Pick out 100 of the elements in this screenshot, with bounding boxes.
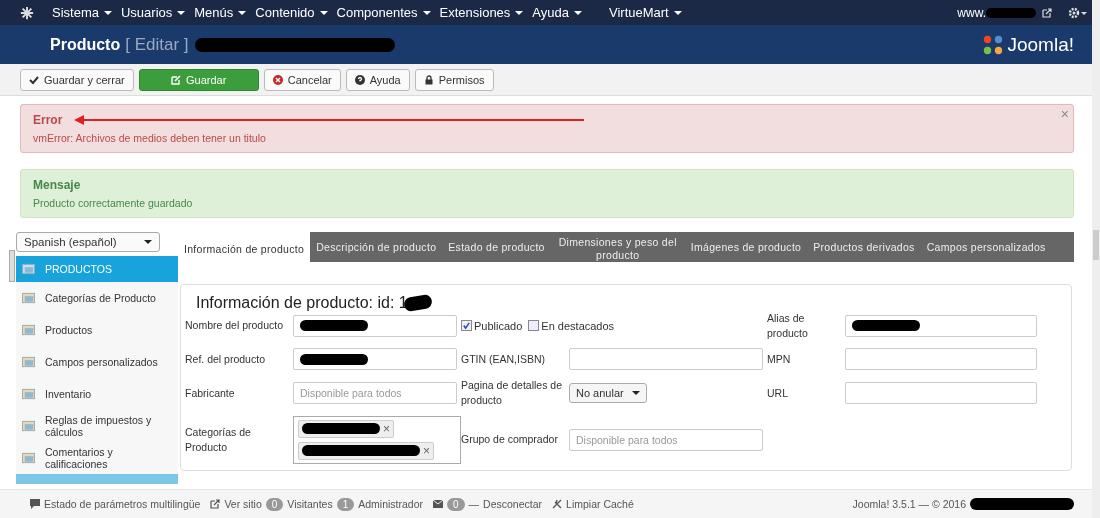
menu-item[interactable]: Ayuda [532, 5, 589, 20]
checkbox[interactable] [461, 320, 472, 332]
field-label: URL [767, 385, 789, 401]
count-badge: 0 [447, 497, 465, 511]
caret-icon [574, 10, 582, 15]
sidebar-item[interactable]: Inventario [16, 378, 178, 410]
site-link[interactable]: www. [957, 5, 986, 20]
menu-item[interactable]: Contenido [255, 5, 335, 20]
remove-button[interactable]: × [380, 421, 390, 436]
footer-item[interactable]: Ver sitio [224, 498, 262, 510]
toolbar-button[interactable]: Cancelar [263, 68, 341, 91]
checkbox-option[interactable]: Publicado [461, 319, 523, 332]
dropdown[interactable]: No anular [569, 383, 647, 404]
redaction-mark [402, 293, 433, 313]
checkbox[interactable] [528, 320, 540, 332]
field-label: Alias de producto [767, 311, 809, 341]
folder-icon [22, 356, 35, 368]
tag-field[interactable]: × × [293, 415, 461, 464]
tab[interactable]: Campos personalizados [920, 232, 1052, 258]
footer-item[interactable]: Limpiar Caché [566, 498, 634, 510]
input-field[interactable] [845, 382, 1037, 405]
page-subtitle: [ Editar ] [125, 34, 189, 55]
page-title: Producto [50, 35, 121, 54]
count-badge: 1 [336, 497, 355, 511]
check-icon [29, 74, 39, 85]
input-field[interactable] [845, 314, 1037, 337]
footer-item: Estado de parámetros multilingüe [44, 498, 201, 510]
menu-item[interactable]: Extensiones [439, 5, 531, 20]
logo-icon [982, 33, 1005, 56]
collapse-handle[interactable] [9, 250, 15, 282]
caret-icon [144, 240, 152, 244]
form-title: Información de producto: id: 1 [196, 294, 408, 312]
folder-icon [22, 452, 35, 464]
caret-icon [103, 10, 112, 15]
menu-item[interactable]: Usuarios [120, 5, 193, 20]
caret-icon [238, 10, 247, 15]
toolbar-button[interactable]: Ayuda [345, 68, 410, 91]
alert-heading: Error [33, 113, 63, 127]
sidebar-item[interactable]: Productos [16, 314, 178, 346]
tab[interactable]: Descripción de producto [310, 232, 443, 258]
language-select[interactable]: Spanish (español) [16, 232, 160, 252]
sidebar-item[interactable]: Comentarios y calificaciones [16, 442, 178, 474]
help-icon [354, 74, 365, 85]
redaction-mark [986, 7, 1036, 18]
caret-icon [422, 10, 431, 15]
checkbox-option[interactable]: En destacados [528, 319, 615, 332]
sidebar-item[interactable]: Reglas de impuestos y cálculos [16, 410, 178, 442]
version-text: Joomla! 3.5.1 — © 2016 [852, 498, 966, 510]
folder-icon [22, 420, 35, 432]
caret-icon [177, 10, 186, 15]
alert-message: Producto correctamente guardado [33, 197, 194, 209]
menu-item[interactable]: Componentes [336, 5, 438, 20]
input-field[interactable] [293, 348, 457, 371]
caret-icon [631, 391, 640, 396]
toolbar-button[interactable]: Permisos [414, 68, 494, 91]
menu-item[interactable]: Menús [194, 5, 254, 20]
field-label: Pagina de detalles de producto [461, 378, 563, 408]
caret-icon [673, 10, 682, 15]
field-label: Grupo de comprador [461, 432, 559, 448]
external-link-icon [210, 499, 221, 509]
folder-icon [22, 388, 35, 400]
sidebar-item[interactable]: Categorías de Producto [16, 282, 178, 314]
footer-item[interactable]: Administrador [358, 498, 424, 510]
alert-heading: Mensaje [33, 178, 81, 192]
input-field[interactable] [569, 348, 763, 371]
settings-icon[interactable] [1068, 6, 1088, 19]
input-field[interactable] [845, 348, 1037, 371]
tab[interactable]: Imágenes de producto [684, 232, 808, 258]
tab[interactable]: Estado de producto [442, 232, 551, 258]
lock-icon [423, 74, 434, 85]
caret-icon [319, 10, 328, 15]
edit-icon [171, 74, 181, 85]
field-label: MPN [767, 352, 792, 367]
brand-name: Joomla! [1007, 33, 1074, 56]
field-label: Categorías de Producto [185, 425, 252, 455]
tab[interactable]: Productos derivados [807, 232, 921, 258]
field-label: Fabricante [185, 385, 236, 401]
sidebar-item[interactable]: Campos personalizados [16, 346, 178, 378]
folder-icon [22, 292, 35, 304]
comment-icon [30, 499, 40, 509]
tab[interactable]: Información de producto [178, 232, 311, 262]
caret-icon [515, 10, 524, 15]
footer-item[interactable]: Visitantes [287, 498, 333, 510]
toolbar-button[interactable]: Guardar y cerrar [20, 68, 134, 91]
field-label: Nombre del producto [185, 318, 285, 334]
envelope-icon [433, 499, 444, 509]
input-field[interactable] [293, 314, 457, 337]
menu-item[interactable]: Sistema [52, 5, 119, 20]
remove-button[interactable]: × [420, 443, 430, 458]
footer-item[interactable]: — [468, 498, 480, 510]
alert-message: vmError: Archivos de medios deben tener un titulo [33, 132, 267, 144]
cancel-icon [272, 74, 283, 85]
footer-item: Desconectar [483, 498, 543, 510]
menu-item[interactable]: VirtueMart [609, 5, 689, 20]
external-link-icon[interactable] [1042, 7, 1052, 18]
count-badge: 0 [265, 497, 284, 511]
folder-icon [22, 324, 35, 336]
field-label: Ref. del producto [185, 352, 266, 367]
scrollbar[interactable] [1092, 0, 1100, 518]
folder-icon [22, 263, 35, 275]
